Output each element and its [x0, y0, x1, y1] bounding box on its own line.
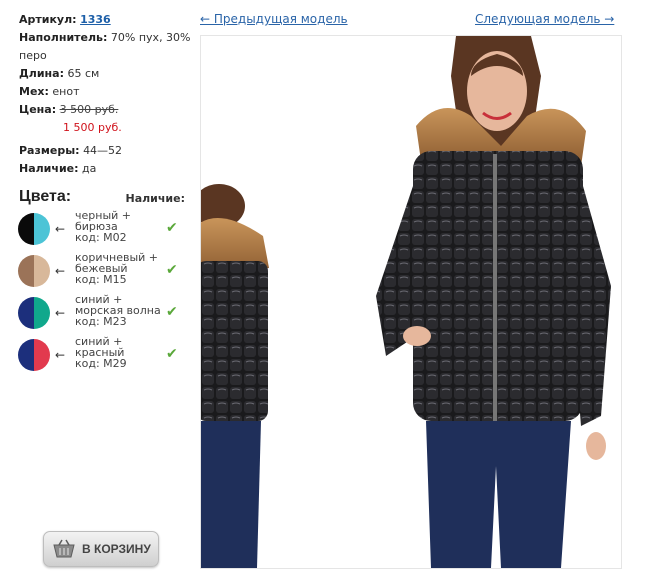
product-sidebar: Артикул: 1336 Наполнитель: 70% пух, 30% …	[0, 0, 195, 571]
stock-value: да	[82, 162, 97, 175]
price-row: Цена: 3 500 руб. 1 500 руб.	[19, 101, 191, 137]
color-description: синий + красный код: M29	[75, 336, 175, 369]
availability-title: Наличие:	[125, 192, 185, 205]
color-swatch[interactable]	[18, 213, 50, 245]
color-code: код: M02	[75, 231, 127, 244]
article-label: Артикул:	[19, 13, 77, 26]
arrow-left-icon: ←	[55, 222, 66, 236]
front-view-figure	[376, 36, 611, 568]
color-option[interactable]: ← черный + бирюза код: M02 ✔	[18, 210, 190, 250]
color-swatch[interactable]	[18, 339, 50, 371]
color-option[interactable]: ← синий + морская волна код: M23 ✔	[18, 294, 190, 334]
filler-row: Наполнитель: 70% пух, 30% перо	[19, 29, 191, 65]
next-model-link[interactable]: Следующая модель →	[475, 12, 614, 26]
arrow-left-icon: ←	[55, 264, 66, 278]
product-info: Артикул: 1336 Наполнитель: 70% пух, 30% …	[19, 11, 191, 178]
length-row: Длина: 65 см	[19, 65, 191, 83]
fur-row: Мех: енот	[19, 83, 191, 101]
back-view-figure	[201, 184, 269, 568]
previous-model-link[interactable]: ← Предыдущая модель	[200, 12, 348, 26]
color-description: черный + бирюза код: M02	[75, 210, 175, 243]
add-to-cart-button[interactable]: В КОРЗИНУ	[43, 531, 159, 567]
color-code: код: M15	[75, 273, 127, 286]
fur-label: Мех:	[19, 85, 49, 98]
check-icon: ✔	[166, 220, 178, 236]
color-option[interactable]: ← синий + красный код: M29 ✔	[18, 336, 190, 376]
color-swatch[interactable]	[18, 255, 50, 287]
article-link[interactable]: 1336	[80, 13, 111, 26]
product-photo	[200, 35, 622, 569]
colors-header: Цвета: Наличие:	[19, 188, 189, 208]
sizes-label: Размеры:	[19, 144, 80, 157]
length-value: 65 см	[67, 67, 100, 80]
check-icon: ✔	[166, 346, 178, 362]
color-code: код: M23	[75, 315, 127, 328]
arrow-left-icon: ←	[55, 348, 66, 362]
check-icon: ✔	[166, 304, 178, 320]
fur-value: енот	[52, 85, 80, 98]
cart-label: В КОРЗИНУ	[82, 542, 151, 556]
color-description: синий + морская волна код: M23	[75, 294, 175, 327]
sizes-row: Размеры: 44—52	[19, 142, 191, 160]
color-code: код: M29	[75, 357, 127, 370]
length-label: Длина:	[19, 67, 64, 80]
article-row: Артикул: 1336	[19, 11, 191, 29]
color-option[interactable]: ← коричневый + бежевый код: M15 ✔	[18, 252, 190, 292]
color-description: коричневый + бежевый код: M15	[75, 252, 175, 285]
color-swatch[interactable]	[18, 297, 50, 329]
price-label: Цена:	[19, 103, 57, 116]
stock-label: Наличие:	[19, 162, 79, 175]
stock-row: Наличие: да	[19, 160, 191, 178]
filler-label: Наполнитель:	[19, 31, 108, 44]
jacket-model-image	[201, 36, 611, 568]
new-price: 1 500 руб.	[63, 121, 122, 134]
colors-title: Цвета:	[19, 188, 72, 205]
basket-icon	[53, 539, 75, 558]
arrow-left-icon: ←	[55, 306, 66, 320]
check-icon: ✔	[166, 262, 178, 278]
old-price: 3 500 руб.	[59, 103, 119, 116]
sizes-value: 44—52	[83, 144, 123, 157]
